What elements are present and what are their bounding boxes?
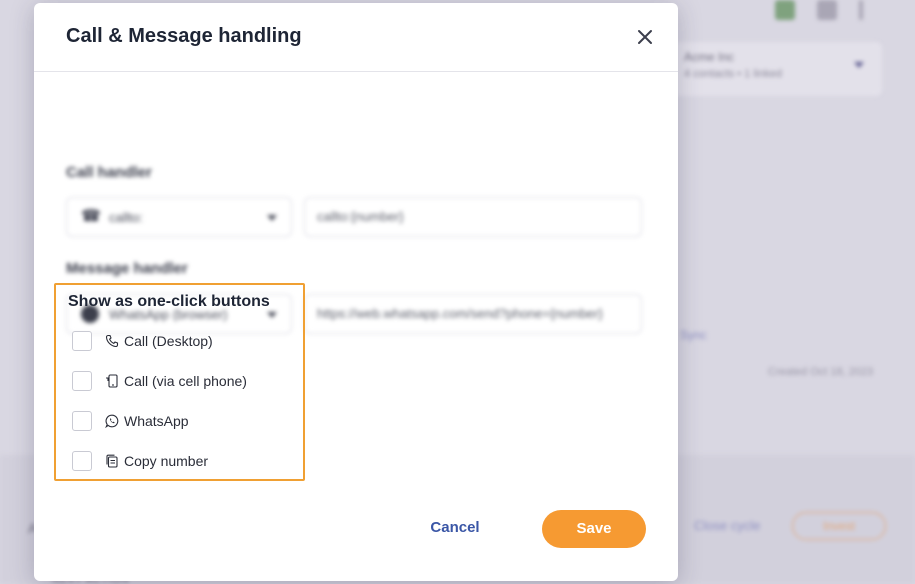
phone-icon (104, 333, 120, 349)
background-pill-button: Invest (792, 512, 886, 540)
background-created-date: Created Oct 18, 2023 (768, 366, 874, 378)
background-link: Sync (680, 328, 707, 342)
chevron-down-icon (854, 62, 864, 68)
copy-number-checkbox[interactable] (72, 451, 92, 471)
mobile-phone-icon (104, 373, 120, 389)
call-cell-phone-checkbox[interactable] (72, 371, 92, 391)
message-handler-label: Message handler (66, 260, 188, 277)
call-handler-label: Call handler (66, 164, 152, 181)
chevron-down-icon (267, 215, 277, 221)
close-icon[interactable] (634, 26, 656, 48)
option-copy-number[interactable]: Copy number (72, 450, 208, 472)
background-toolbar (775, 0, 863, 20)
save-button[interactable]: Save (542, 510, 646, 548)
phone-icon: ☎ (81, 208, 101, 225)
copy-icon (104, 453, 120, 469)
edit-icon (817, 0, 837, 20)
dialog-header: Call & Message handling (34, 3, 678, 72)
option-call-cell-phone[interactable]: Call (via cell phone) (72, 370, 247, 392)
cancel-button[interactable]: Cancel (422, 513, 488, 543)
whatsapp-icon (104, 413, 120, 429)
call-cell-phone-label: Call (via cell phone) (124, 373, 247, 389)
call-handler-select[interactable]: ☎ callto: (66, 197, 292, 237)
company-subtitle: 4 contacts • 1 linked (684, 68, 783, 80)
copy-number-label: Copy number (124, 453, 209, 469)
call-handler-select-value: callto: (109, 209, 143, 225)
call-handler-url-field[interactable]: callto:{number} (304, 197, 642, 237)
message-handler-url-field[interactable]: https://web.whatsapp.com/send?phone={num… (304, 294, 642, 334)
call-desktop-checkbox[interactable] (72, 331, 92, 351)
call-desktop-label: Call (Desktop) (124, 333, 213, 349)
option-call-desktop[interactable]: Call (Desktop) (72, 330, 213, 352)
company-name: Acme Inc (684, 50, 735, 64)
whatsapp-checkbox[interactable] (72, 411, 92, 431)
one-click-buttons-title: Show as one-click buttons (68, 293, 270, 310)
more-icon (859, 0, 863, 20)
call-message-handling-dialog: Call & Message handling Call handler ☎ c… (34, 3, 678, 581)
one-click-buttons-group: Show as one-click buttons Call (Desktop)… (54, 283, 305, 481)
spreadsheet-icon (775, 0, 795, 20)
dialog-title: Call & Message handling (66, 25, 302, 47)
background-company-card: Acme Inc 4 contacts • 1 linked (672, 42, 882, 96)
option-whatsapp[interactable]: WhatsApp (72, 410, 189, 432)
background-bottom-link: Close cycle (694, 518, 761, 533)
whatsapp-label: WhatsApp (124, 413, 189, 429)
